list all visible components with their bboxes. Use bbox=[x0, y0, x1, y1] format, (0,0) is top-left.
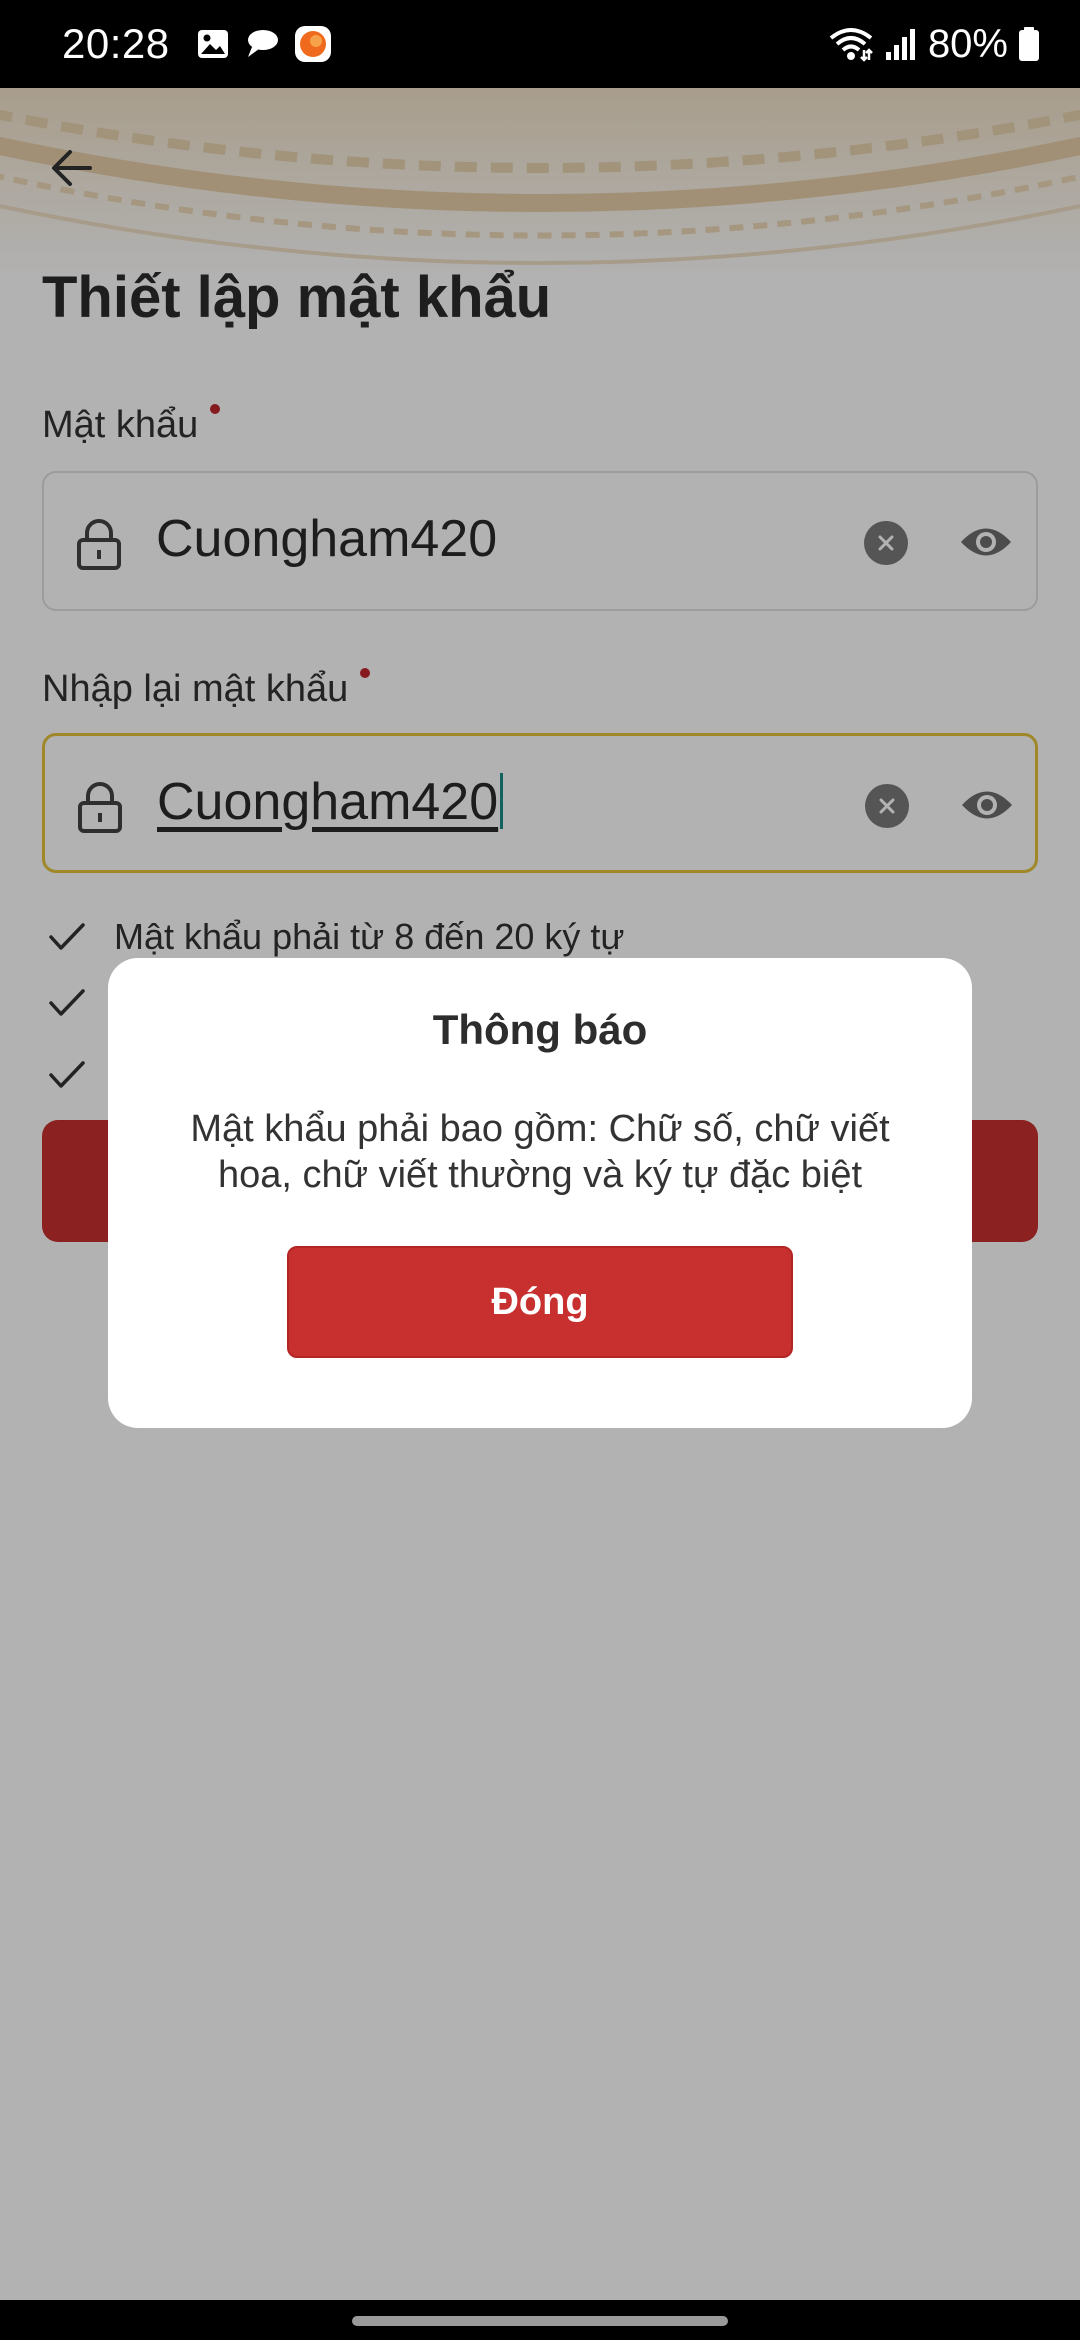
status-right: 80% bbox=[828, 22, 1040, 67]
status-bar: 20:28 80% bbox=[0, 0, 1080, 88]
wifi-icon bbox=[829, 28, 873, 62]
battery-icon bbox=[1019, 27, 1039, 61]
dialog-message: Mật khẩu phải bao gồm: Chữ số, chữ viết … bbox=[190, 1108, 890, 1196]
status-left: 20:28 bbox=[62, 20, 332, 68]
signal-icon bbox=[885, 29, 915, 60]
chat-icon bbox=[247, 30, 278, 57]
close-dialog-button[interactable]: Đóng bbox=[287, 1246, 793, 1358]
gallery-icon bbox=[197, 30, 228, 58]
app-notification-icon bbox=[294, 26, 331, 62]
battery-percentage: 80% bbox=[927, 21, 1008, 66]
dialog-title: Thông báo bbox=[432, 1006, 648, 1053]
navigation-bar bbox=[0, 2300, 1080, 2340]
notification-dialog: Thông báo Mật khẩu phải bao gồm: Chữ số,… bbox=[108, 958, 972, 1428]
status-time: 20:28 bbox=[62, 20, 170, 67]
status-notification-icons bbox=[196, 25, 332, 63]
home-gesture-handle[interactable] bbox=[352, 2316, 728, 2326]
